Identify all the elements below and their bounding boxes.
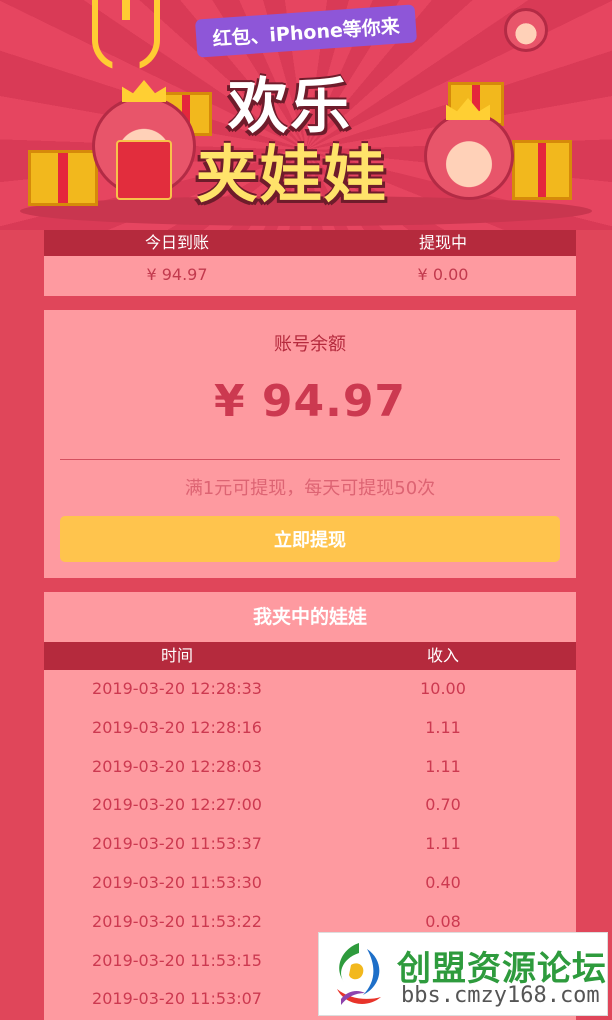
summary-card: 今日到账 提现中 ¥ 94.97 ¥ 0.00 <box>44 230 576 296</box>
balance-card: 账号余额 ¥ 94.97 满1元可提现，每天可提现50次 立即提现 <box>44 310 576 578</box>
record-time: 2019-03-20 12:28:16 <box>92 717 262 737</box>
forum-logo-icon <box>337 943 381 1005</box>
record-income: 1.11 <box>425 717 461 737</box>
gift-box-icon <box>512 140 572 200</box>
table-row: 2019-03-20 11:53:30 0.40 <box>44 864 576 903</box>
record-time: 2019-03-20 11:53:30 <box>92 872 262 892</box>
watermark: 创盟资源论坛 bbs.cmzy168.com <box>318 932 608 1016</box>
summary-header-today: 今日到账 <box>144 233 209 252</box>
summary-header: 今日到账 提现中 <box>44 230 576 256</box>
record-time: 2019-03-20 12:28:03 <box>92 756 262 776</box>
summary-value-today: ¥ 94.97 <box>146 265 208 284</box>
summary-values: ¥ 94.97 ¥ 0.00 <box>44 256 576 296</box>
claw-icon <box>92 0 160 70</box>
record-time: 2019-03-20 11:53:15 <box>92 950 262 970</box>
balance-amount: ¥ 94.97 <box>213 376 407 427</box>
crown-icon <box>122 80 166 102</box>
watermark-url: bbs.cmzy168.com <box>401 983 600 1008</box>
record-time: 2019-03-20 11:53:07 <box>92 989 262 1009</box>
record-income: 0.40 <box>425 872 461 892</box>
monkey-mascot-icon <box>424 112 514 200</box>
records-header: 时间 收入 <box>44 642 576 670</box>
table-row: 2019-03-20 11:53:37 1.11 <box>44 825 576 864</box>
table-row: 2019-03-20 12:28:33 10.00 <box>44 670 576 709</box>
balance-label: 账号余额 <box>274 334 346 355</box>
withdraw-button[interactable]: 立即提现 <box>60 516 560 562</box>
table-row: 2019-03-20 12:28:03 1.11 <box>44 748 576 787</box>
banner-title-line2: 夹娃娃 <box>196 138 389 211</box>
record-time: 2019-03-20 12:27:00 <box>92 795 262 815</box>
record-time: 2019-03-20 11:53:37 <box>92 834 262 854</box>
records-title: 我夹中的娃娃 <box>252 606 367 628</box>
banner: 红包、iPhone等你来 欢乐 夹娃娃 <box>0 0 612 230</box>
record-income: 10.00 <box>420 679 466 698</box>
record-income: 1.11 <box>425 756 461 776</box>
record-time: 2019-03-20 11:53:22 <box>92 911 262 931</box>
monkey-mascot-small-icon <box>504 8 548 52</box>
column-header-income: 收入 <box>426 646 459 665</box>
record-income: 0.70 <box>425 795 461 815</box>
summary-value-pending: ¥ 0.00 <box>417 265 469 284</box>
withdraw-tip: 满1元可提现，每天可提现50次 <box>184 478 436 499</box>
red-envelope-icon <box>116 140 172 200</box>
table-row: 2019-03-20 12:28:16 1.11 <box>44 709 576 748</box>
divider <box>60 459 560 460</box>
record-income: 1.11 <box>425 834 461 854</box>
gift-box-icon <box>28 150 98 206</box>
banner-subtitle: 红包、iPhone等你来 <box>211 14 401 51</box>
column-header-time: 时间 <box>160 646 193 665</box>
table-row: 2019-03-20 12:27:00 0.70 <box>44 786 576 825</box>
banner-subtitle-badge: 红包、iPhone等你来 <box>194 4 418 58</box>
record-time: 2019-03-20 12:28:33 <box>92 679 262 698</box>
summary-header-pending: 提现中 <box>418 233 467 252</box>
